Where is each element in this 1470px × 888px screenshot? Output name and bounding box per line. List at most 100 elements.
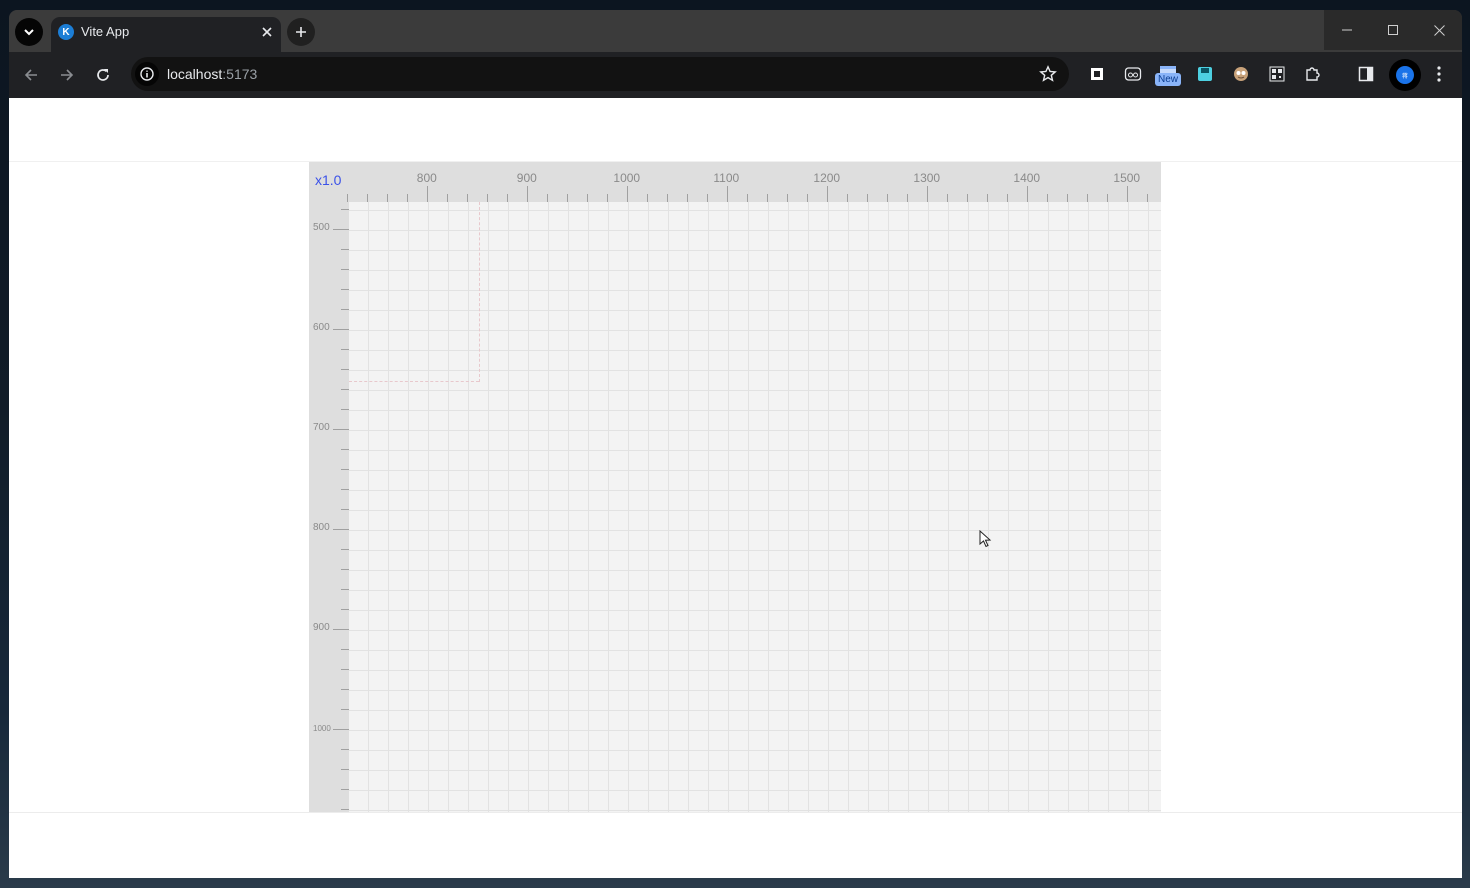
tab-title: Vite App (81, 24, 130, 39)
ruler-tick-x (607, 194, 608, 202)
ruler-tick-x (1047, 194, 1048, 202)
ruler-tick-x (927, 186, 928, 202)
ruler-tick-y (341, 769, 349, 770)
tab-vite-app[interactable]: K Vite App (51, 17, 281, 52)
ruler-tick-x (1107, 194, 1108, 202)
new-badge: New (1155, 73, 1182, 86)
ruler-tick-y (341, 569, 349, 570)
close-window-button[interactable] (1416, 10, 1462, 50)
ruler-tick-x (627, 186, 628, 202)
ruler-tick-y (341, 669, 349, 670)
url-text[interactable]: localhost:5173 (167, 66, 257, 82)
url-port: :5173 (222, 66, 258, 82)
ruler-tick-x (587, 194, 588, 202)
tab-search-button[interactable] (15, 18, 43, 46)
extension-button[interactable] (1122, 63, 1144, 85)
ruler-tick-x (687, 194, 688, 202)
arrow-right-icon (61, 69, 74, 81)
ruler-label-y: 1000 (313, 724, 331, 733)
extension-button[interactable] (1194, 63, 1216, 85)
ruler-tick-x (487, 194, 488, 202)
address-bar[interactable]: localhost:5173 (131, 57, 1069, 91)
back-button[interactable] (19, 63, 43, 87)
ruler-tick-x (747, 194, 748, 202)
ruler-tick-y (341, 709, 349, 710)
ruler-tick-y (333, 729, 349, 730)
ruler-tick-x (887, 194, 888, 202)
browser-toolbar: localhost:5173 New 蒋 (9, 52, 1462, 98)
ruler-label-x: 800 (416, 171, 437, 185)
kebab-menu-icon (1437, 66, 1441, 82)
ruler-label-y: 800 (313, 522, 330, 533)
ruler-tick-y (341, 789, 349, 790)
reload-icon (97, 69, 109, 81)
browser-window: K Vite App localhost:5173 New 蒋 x1.0 800… (9, 10, 1462, 878)
ruler-tick-x (367, 194, 368, 202)
design-canvas[interactable] (349, 202, 1161, 812)
ruler-tick-x (1087, 194, 1088, 202)
url-host: localhost (167, 66, 223, 82)
tab-close-button[interactable] (257, 22, 277, 42)
ruler-tick-x (947, 194, 948, 202)
ruler-tick-y (341, 369, 349, 370)
puzzle-icon (1306, 67, 1320, 81)
ruler-tick-x (987, 194, 988, 202)
square-extension-icon (1091, 68, 1103, 80)
side-panel-button[interactable] (1355, 63, 1377, 85)
ruler-tick-y (341, 249, 349, 250)
ruler-tick-y (341, 269, 349, 270)
bookmark-button[interactable] (1039, 65, 1057, 88)
ruler-tick-y (333, 329, 349, 330)
maximize-button[interactable] (1370, 10, 1416, 50)
ruler-label-x: 1500 (1113, 171, 1141, 185)
ruler-tick-y (341, 309, 349, 310)
extension-button[interactable] (1086, 63, 1108, 85)
close-icon (1433, 24, 1445, 36)
ruler-label-y: 700 (313, 422, 330, 433)
ruler-tick-x (787, 194, 788, 202)
minimize-icon (1342, 29, 1352, 31)
glasses-extension-icon (1124, 67, 1142, 81)
site-info-button[interactable] (135, 62, 159, 86)
ruler-label-x: 1300 (913, 171, 941, 185)
face-extension-icon (1234, 67, 1248, 81)
extension-button[interactable] (1230, 63, 1252, 85)
ruler-tick-x (907, 194, 908, 202)
maximize-icon (1388, 25, 1398, 35)
reload-button[interactable] (91, 63, 115, 87)
new-tab-button[interactable] (287, 18, 315, 46)
window-controls (1324, 10, 1462, 50)
ruler-label-y: 600 (313, 322, 330, 333)
forward-button[interactable] (55, 63, 79, 87)
ruler-label-x: 900 (516, 171, 537, 185)
ruler-tick-y (341, 209, 349, 210)
save-extension-icon (1198, 67, 1212, 81)
ruler-tick-x (807, 194, 808, 202)
ruler-tick-y (341, 449, 349, 450)
avatar: 蒋 (1396, 66, 1414, 84)
ruler-tick-y (341, 609, 349, 610)
ruler-tick-y (341, 649, 349, 650)
ruler-tick-x (707, 194, 708, 202)
guide-line-vertical (479, 202, 480, 382)
plus-icon (296, 27, 306, 37)
ruler-tick-x (387, 194, 388, 202)
ruler-label-x: 1000 (613, 171, 641, 185)
zoom-level-label[interactable]: x1.0 (315, 172, 341, 188)
ruler-tick-x (647, 194, 648, 202)
ruler-tick-x (467, 194, 468, 202)
ruler-label-y: 500 (313, 222, 330, 233)
ruler-tick-y (341, 509, 349, 510)
minimize-button[interactable] (1324, 10, 1370, 50)
ruler-tick-x (1147, 194, 1148, 202)
ruler-tick-y (341, 549, 349, 550)
ruler-tick-x (727, 186, 728, 202)
extension-button[interactable] (1266, 63, 1288, 85)
ruler-tick-y (341, 749, 349, 750)
ruler-tick-x (847, 194, 848, 202)
extensions-menu-button[interactable] (1302, 63, 1324, 85)
ruler-tick-y (341, 409, 349, 410)
ruler-tick-x (1007, 194, 1008, 202)
profile-button[interactable]: 蒋 (1389, 59, 1421, 91)
browser-menu-button[interactable] (1428, 63, 1450, 85)
